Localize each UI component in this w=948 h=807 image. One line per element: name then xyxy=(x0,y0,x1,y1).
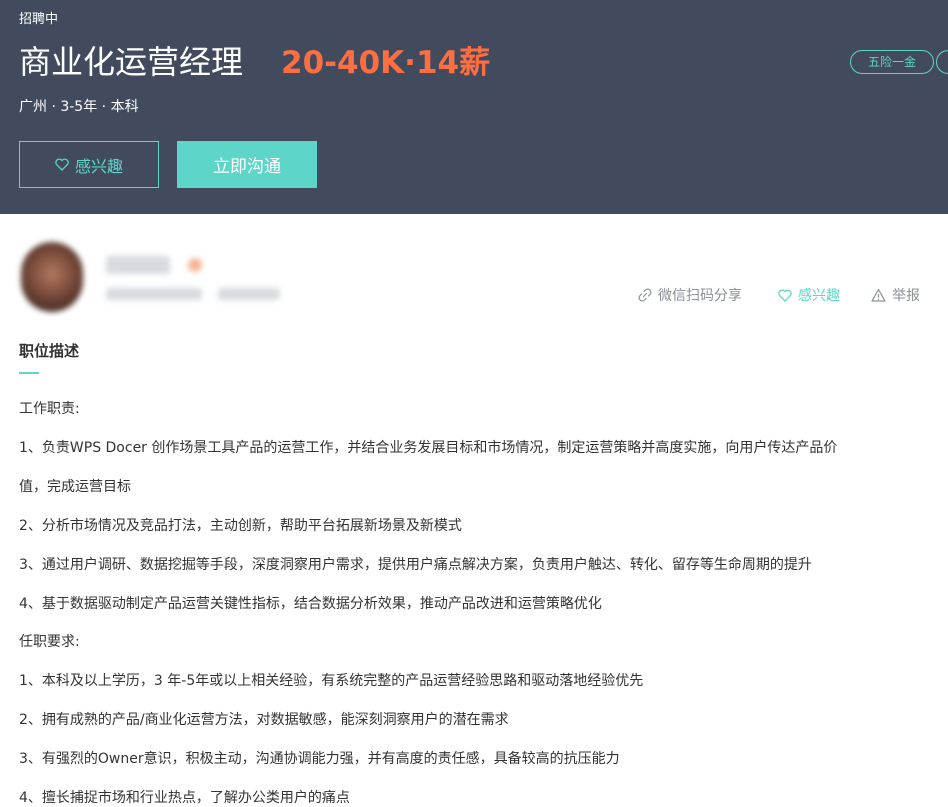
recruiter-name-blurred xyxy=(106,256,170,274)
share-action[interactable]: 微信扫码分享 xyxy=(638,285,742,305)
benefit-tag-partial xyxy=(936,50,948,74)
job-title: 商业化运营经理 xyxy=(19,43,244,81)
interest-action-label: 感兴趣 xyxy=(798,288,840,304)
recruiter-avatar[interactable] xyxy=(21,242,83,312)
heart-icon xyxy=(778,288,792,302)
interest-action[interactable]: 感兴趣 xyxy=(778,285,840,305)
benefit-tag: 五险一金 xyxy=(850,50,934,74)
duty-line: 1、负责WPS Docer 创作场景工具产品的运营工作，并结合业务发展目标和市场… xyxy=(19,440,838,456)
job-header: 招聘中 商业化运营经理 20-40K·14薪 广州 · 3-5年 · 本科 五险… xyxy=(0,0,948,214)
chat-now-button[interactable]: 立即沟通 xyxy=(177,141,317,188)
job-meta: 广州 · 3-5年 · 本科 xyxy=(19,99,139,115)
section-underline xyxy=(19,372,39,374)
requirement-line: 2、拥有成熟的产品/商业化运营方法，对数据敏感，能深刻洞察用户的潜在需求 xyxy=(19,712,509,728)
recruiter-badge-blurred xyxy=(188,258,202,272)
duties-heading: 工作职责: xyxy=(19,401,80,417)
requirement-line: 4、擅长捕捉市场和行业热点，了解办公类用户的痛点 xyxy=(19,790,350,806)
requirement-line: 3、有强烈的Owner意识，积极主动，沟通协调能力强，并有高度的责任感，具备较高… xyxy=(19,751,620,767)
requirements-heading: 任职要求: xyxy=(19,634,80,650)
section-title: 职位描述 xyxy=(19,342,80,360)
report-action-label: 举报 xyxy=(892,288,920,304)
report-action[interactable]: 举报 xyxy=(871,285,920,305)
interest-button-label: 感兴趣 xyxy=(74,156,123,176)
warning-icon xyxy=(871,288,886,302)
duty-line: 2、分析市场情况及竞品打法，主动创新，帮助平台拓展新场景及新模式 xyxy=(19,518,462,534)
recruiter-position-blurred xyxy=(218,288,280,300)
requirement-line: 1、本科及以上学历，3 年-5年或以上相关经验，有系统完整的产品运营经验思路和驱… xyxy=(19,673,644,689)
share-action-label: 微信扫码分享 xyxy=(658,288,742,304)
duty-line: 3、通过用户调研、数据挖掘等手段，深度洞察用户需求，提供用户痛点解决方案，负责用… xyxy=(19,557,812,573)
recruiter-company-blurred xyxy=(106,288,202,300)
job-status: 招聘中 xyxy=(19,12,59,27)
duty-line: 4、基于数据驱动制定产品运营关键性指标，结合数据分析效果，推动产品改进和运营策略… xyxy=(19,596,602,612)
interest-button[interactable]: 感兴趣 xyxy=(19,141,159,188)
duty-line: 值，完成运营目标 xyxy=(19,479,131,495)
link-icon xyxy=(638,288,652,302)
heart-icon xyxy=(55,158,69,171)
job-salary: 20-40K·14薪 xyxy=(281,45,491,81)
